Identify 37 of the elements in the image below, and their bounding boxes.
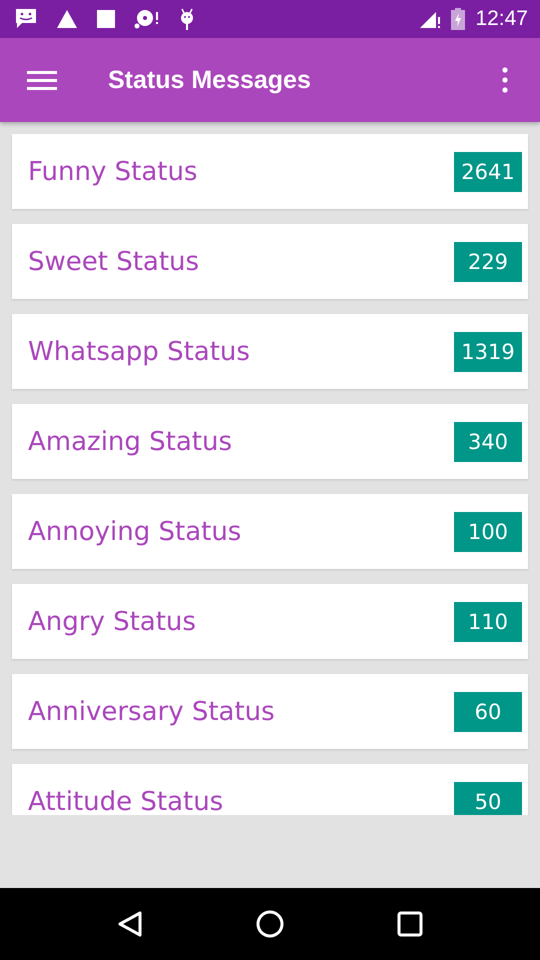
category-card[interactable]: Angry Status 110	[12, 584, 528, 659]
count-badge: 60	[454, 692, 522, 732]
back-icon[interactable]	[116, 910, 143, 938]
triangle-icon	[56, 9, 78, 29]
battery-icon	[451, 8, 466, 30]
category-name: Amazing Status	[28, 426, 232, 456]
category-card[interactable]: Attitude Status 50	[12, 764, 528, 815]
category-card[interactable]: Annoying Status 100	[12, 494, 528, 569]
count-badge: 2641	[454, 152, 522, 192]
message-icon	[14, 8, 38, 30]
category-name: Angry Status	[28, 606, 196, 636]
category-card[interactable]: Sweet Status 229	[12, 224, 528, 299]
count-badge: 110	[454, 602, 522, 642]
category-card[interactable]: Anniversary Status 60	[12, 674, 528, 749]
more-options-icon[interactable]	[502, 67, 508, 93]
category-card[interactable]: Whatsapp Status 1319	[12, 314, 528, 389]
category-card[interactable]: Funny Status 2641	[12, 134, 528, 209]
clock-time: 12:47	[475, 7, 528, 31]
square-icon	[96, 9, 116, 29]
menu-icon[interactable]	[27, 70, 57, 90]
count-badge: 229	[454, 242, 522, 282]
count-badge: 340	[454, 422, 522, 462]
category-name: Annoying Status	[28, 516, 242, 546]
category-name: Attitude Status	[28, 786, 224, 815]
app-title: Status Messages	[108, 66, 312, 94]
category-name: Funny Status	[28, 156, 198, 186]
count-badge: 1319	[454, 332, 522, 372]
category-card[interactable]: Amazing Status 340	[12, 404, 528, 479]
category-name: Anniversary Status	[28, 696, 275, 726]
count-badge: 50	[454, 782, 522, 815]
count-badge: 100	[454, 512, 522, 552]
android-icon	[178, 7, 196, 31]
category-name: Whatsapp Status	[28, 336, 250, 366]
home-icon[interactable]	[256, 910, 284, 938]
category-name: Sweet Status	[28, 246, 200, 276]
recents-icon[interactable]	[397, 911, 424, 937]
disc-icon	[134, 8, 160, 30]
